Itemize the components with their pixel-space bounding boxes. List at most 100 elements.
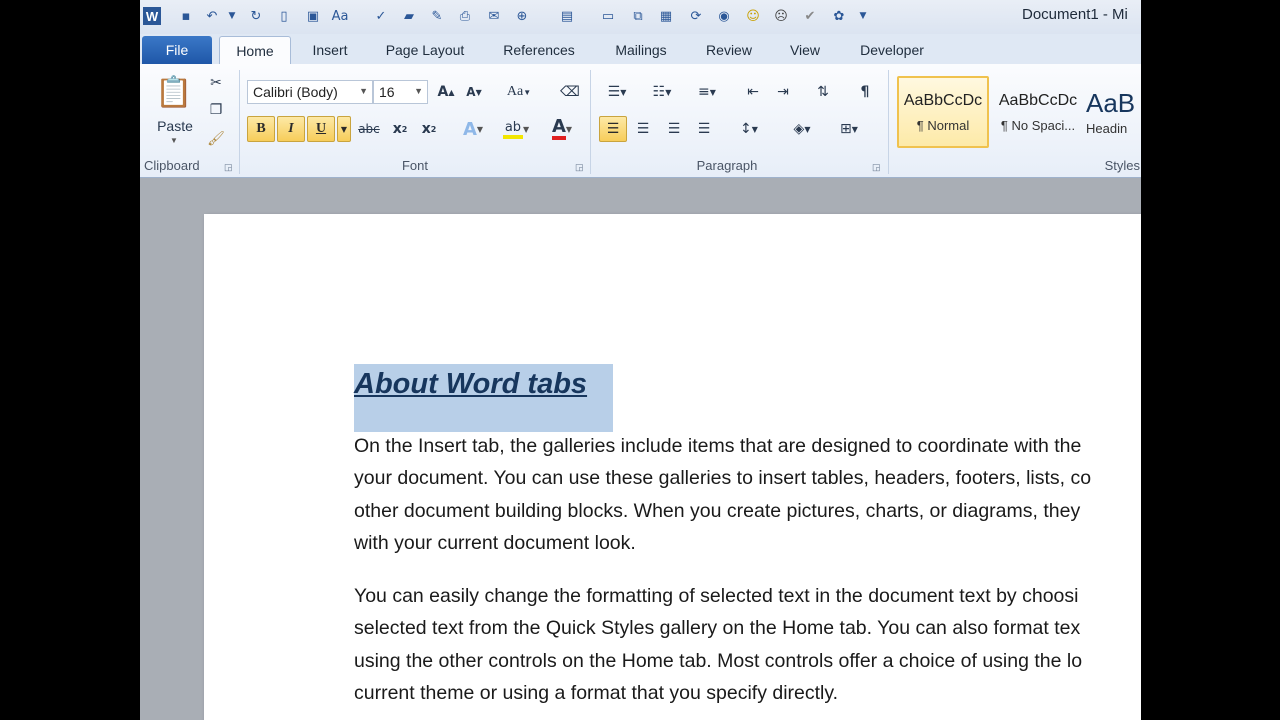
arrange-icon[interactable]: ⧉ xyxy=(629,7,647,25)
window-icon[interactable]: ▭ xyxy=(599,7,617,25)
style-heading-1[interactable]: AaB Headin xyxy=(1086,76,1141,148)
tab-review[interactable]: Review xyxy=(700,36,758,64)
change-case-icon[interactable]: Aa xyxy=(331,7,349,25)
multilevel-list-icon[interactable]: ≡ ▼ xyxy=(690,80,724,104)
tab-developer[interactable]: Developer xyxy=(853,36,931,64)
window-title: Document1 - Mi xyxy=(1022,6,1128,23)
cut-icon[interactable]: ✂ xyxy=(205,72,227,94)
shading-icon[interactable]: ◈ ▼ xyxy=(785,116,819,142)
tab-insert[interactable]: Insert xyxy=(300,36,360,64)
highlight-color-icon[interactable]: ab ▼ xyxy=(496,116,536,142)
font-launcher-icon[interactable]: ◲ xyxy=(575,162,584,173)
font-size-dropdown-icon[interactable]: ▼ xyxy=(414,86,423,96)
checkmark-icon[interactable]: ✔ xyxy=(801,7,819,25)
settings-icon[interactable]: ✿ xyxy=(830,7,848,25)
tab-references[interactable]: References xyxy=(495,36,583,64)
line-spacing-icon[interactable]: ↕ ▼ xyxy=(732,116,766,142)
word-app-icon[interactable]: W xyxy=(143,7,161,25)
decrease-indent-icon[interactable]: ⇤ xyxy=(740,80,766,104)
numbering-icon[interactable]: ☷ ▼ xyxy=(645,80,679,104)
increase-indent-icon[interactable]: ⇥ xyxy=(770,80,796,104)
justify-icon[interactable]: ☰ xyxy=(690,116,718,142)
paragraph-launcher-icon[interactable]: ◲ xyxy=(872,162,881,173)
style-no-spacing-sample: AaBbCcDc xyxy=(998,91,1078,109)
underline-dropdown-icon[interactable]: ▼ xyxy=(337,116,351,142)
font-name-dropdown-icon[interactable]: ▼ xyxy=(359,86,368,96)
ribbon-home: 📋 Paste ▼ ✂ ❐ 🖌 Clipboard ◲ Calibri (Bod… xyxy=(140,64,1141,178)
style-normal-name: ¶ Normal xyxy=(916,117,970,133)
paragraph-1-line: your document. You can use these galleri… xyxy=(354,467,1092,490)
strikethrough-button[interactable]: abc xyxy=(355,116,383,142)
paste-dropdown-icon[interactable]: ▼ xyxy=(170,136,178,145)
quick-access-toolbar: W ▪ ↶ ▼ ↻ ▯ ▣ Aa ✓ ▰ ✎ ⎙ ✉ ⊕ ▤ ▭ ⧉ ▦ ⟳ ◉… xyxy=(140,0,1141,34)
paragraph-2-line: using the other controls on the Home tab… xyxy=(354,649,1083,672)
refresh-icon[interactable]: ⟳ xyxy=(687,7,705,25)
format-painter-icon[interactable]: 🖌 xyxy=(205,128,227,150)
open-folder-icon[interactable]: ▰ xyxy=(400,7,418,25)
tab-view[interactable]: View xyxy=(781,36,829,64)
styles-group-label: Styles xyxy=(1104,158,1140,173)
sort-icon[interactable]: ⇅ xyxy=(810,80,836,104)
clipboard-group-label: Clipboard xyxy=(144,158,200,173)
picture-icon[interactable]: ▣ xyxy=(304,7,322,25)
paragraph-2-line: selected text from the Quick Styles gall… xyxy=(354,617,1081,640)
customize-qat-icon[interactable]: ▼ xyxy=(854,7,872,25)
table-icon[interactable]: ▦ xyxy=(657,7,675,25)
tab-page-layout[interactable]: Page Layout xyxy=(378,36,472,64)
font-name-box[interactable]: Calibri (Body) ▼ xyxy=(247,80,373,104)
align-right-icon[interactable]: ☰ xyxy=(660,116,688,142)
font-size-box[interactable]: 16 ▼ xyxy=(373,80,428,104)
paragraph-group-label: Paragraph xyxy=(696,158,758,173)
tab-home[interactable]: Home xyxy=(219,36,291,64)
paragraph-2[interactable]: You can easily change the formatting of … xyxy=(354,580,1141,709)
smile-icon[interactable]: ☺ xyxy=(744,7,762,25)
bullets-icon[interactable]: ☰ ▼ xyxy=(600,80,634,104)
insert-icon[interactable]: ⊕ xyxy=(513,7,531,25)
print-preview-icon[interactable]: ⎙ xyxy=(456,7,474,25)
copy-icon[interactable]: ❐ xyxy=(205,99,227,121)
italic-button[interactable]: I xyxy=(277,116,305,142)
superscript-button[interactable]: x2 xyxy=(416,116,442,142)
borders-icon[interactable]: ⊞ ▼ xyxy=(830,116,868,142)
document-page[interactable]: About Word tabs On the Insert tab, the g… xyxy=(204,214,1141,720)
align-left-button[interactable]: ☰ xyxy=(599,116,627,142)
grow-font-icon[interactable]: A ▲ xyxy=(434,80,458,104)
font-color-icon[interactable]: A ▼ xyxy=(542,116,582,142)
underline-button[interactable]: U xyxy=(307,116,335,142)
style-no-spacing[interactable]: AaBbCcDc ¶ No Spaci... xyxy=(992,76,1084,148)
globe-icon[interactable]: ◉ xyxy=(715,7,733,25)
subscript-button[interactable]: x2 xyxy=(387,116,413,142)
redo-icon[interactable]: ↻ xyxy=(247,7,265,25)
document-heading[interactable]: About Word tabs xyxy=(354,368,587,401)
frown-icon[interactable]: ☹ xyxy=(772,7,790,25)
undo-icon[interactable]: ↶ xyxy=(203,7,221,25)
paste-label[interactable]: Paste xyxy=(150,118,200,134)
change-case-label: Aa xyxy=(506,84,524,99)
text-effects-icon[interactable]: A ▼ xyxy=(458,116,488,142)
style-normal[interactable]: AaBbCcDc ¶ Normal xyxy=(897,76,989,148)
bold-button[interactable]: B xyxy=(247,116,275,142)
shrink-font-icon[interactable]: A ▼ xyxy=(462,80,486,104)
tab-mailings[interactable]: Mailings xyxy=(606,36,676,64)
new-document-icon[interactable]: ▯ xyxy=(275,7,293,25)
change-case-button[interactable]: Aa ▼ xyxy=(502,80,536,104)
align-center-icon[interactable]: ☰ xyxy=(629,116,657,142)
font-group-label: Font xyxy=(401,158,428,173)
tab-file[interactable]: File xyxy=(142,36,212,64)
format-painter-qat-icon[interactable]: ✎ xyxy=(428,7,446,25)
save-icon[interactable]: ▪ xyxy=(177,7,195,25)
clear-formatting-icon[interactable]: ⌫ xyxy=(558,80,582,104)
paste-icon[interactable]: 📋 xyxy=(154,70,194,114)
spelling-icon[interactable]: ✓ xyxy=(372,7,390,25)
paragraph-1[interactable]: On the Insert tab, the galleries include… xyxy=(354,430,1141,559)
paragraph-1-line: with your current document look. xyxy=(354,531,636,554)
clipboard-launcher-icon[interactable]: ◲ xyxy=(224,162,233,173)
heading-selection[interactable]: About Word tabs xyxy=(354,364,613,432)
undo-dropdown-icon[interactable]: ▼ xyxy=(223,7,241,25)
font-name-value: Calibri (Body) xyxy=(253,84,338,100)
layout-icon[interactable]: ▤ xyxy=(558,7,576,25)
document-canvas: About Word tabs On the Insert tab, the g… xyxy=(140,178,1141,720)
show-paragraph-marks-icon[interactable]: ¶ xyxy=(852,80,878,104)
paragraph-2-line: You can easily change the formatting of … xyxy=(354,585,1079,607)
email-icon[interactable]: ✉ xyxy=(485,7,503,25)
